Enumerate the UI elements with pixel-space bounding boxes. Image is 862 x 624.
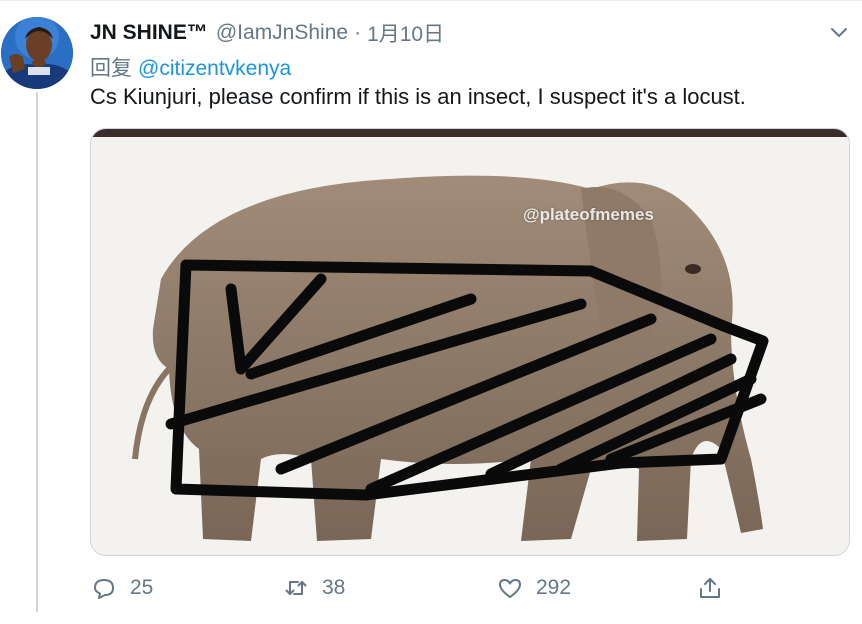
- like-count: 292: [536, 576, 572, 599]
- tweet-text: Cs Kiunjuri, please confirm if this is a…: [90, 84, 746, 109]
- author-handle[interactable]: @IamJnShine: [216, 21, 348, 45]
- share-icon: [700, 578, 720, 598]
- divider: [0, 0, 862, 1]
- reply-mention-link[interactable]: @citizentvkenya: [138, 57, 291, 80]
- watermark-text: @plateofmemes: [523, 205, 654, 224]
- retweet-button[interactable]: 38: [282, 568, 345, 608]
- tweet-date[interactable]: 1月10日: [367, 18, 444, 48]
- tweet-header: JN SHINE™ @IamJnShine · 1月10日: [90, 18, 444, 48]
- retweet-count: 38: [322, 576, 346, 599]
- share-button[interactable]: [696, 568, 736, 608]
- reply-button[interactable]: 25: [90, 568, 153, 608]
- thread-line: [36, 92, 38, 612]
- reply-prefix: 回复: [90, 57, 132, 80]
- reply-count: 25: [130, 576, 154, 599]
- heart-icon: [499, 579, 521, 598]
- tweet[interactable]: JN SHINE™ @IamJnShine · 1月10日 回复 @citizen…: [0, 0, 862, 624]
- tweet-media[interactable]: @plateofmemes: [90, 128, 850, 556]
- chevron-down-icon[interactable]: [828, 24, 850, 42]
- reply-context: 回复 @citizentvkenya: [90, 52, 291, 82]
- like-button[interactable]: 292: [496, 568, 571, 608]
- author-name[interactable]: JN SHINE™: [90, 21, 208, 45]
- action-bar: 25 38 292: [90, 568, 850, 608]
- retweet-icon: [285, 581, 307, 595]
- speech-bubble-icon: [94, 579, 114, 599]
- separator: ·: [354, 21, 362, 44]
- avatar-image: [1, 17, 73, 89]
- elephant-image: [91, 129, 849, 555]
- avatar[interactable]: [1, 17, 73, 89]
